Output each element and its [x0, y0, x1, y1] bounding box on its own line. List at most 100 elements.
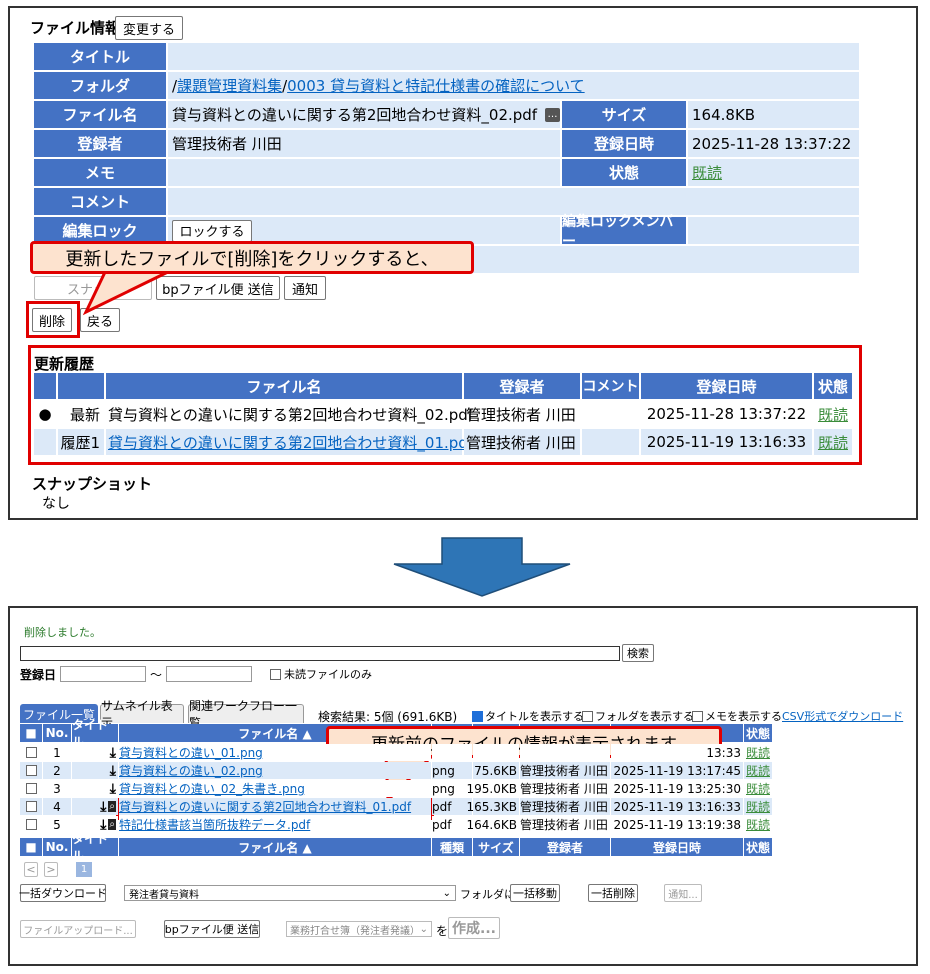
- file-link[interactable]: 特記仕様書該当箇所抜粋データ.pdf: [119, 816, 310, 833]
- row-file[interactable]: 貸与資料との違い_01.png: [119, 744, 431, 761]
- status-link[interactable]: 既読: [746, 780, 770, 797]
- history-row-bullet: [34, 429, 56, 455]
- row-date: 13:33: [611, 744, 743, 761]
- preview-icon[interactable]: ⌕: [108, 801, 116, 812]
- delete-highlight-box: [26, 301, 80, 338]
- value-registrant: 管理技術者 川田: [168, 130, 560, 157]
- history-row-file: 貸与資料との違いに関する第2回地合わせ資料_01.pdf: [106, 429, 473, 455]
- search-input[interactable]: [20, 646, 620, 661]
- col-head-status: 状態: [744, 724, 772, 742]
- bulk-delete-button[interactable]: 一括削除: [588, 884, 638, 902]
- download-icon[interactable]: ⤓: [100, 817, 106, 833]
- history-status-link[interactable]: 既読: [818, 404, 848, 425]
- folder-select[interactable]: 発注者貸与資料 ⌄: [124, 885, 456, 901]
- lock-button[interactable]: ロックする: [172, 219, 252, 242]
- col-foot-registrant: 登録者: [520, 838, 610, 856]
- checkbox-icon[interactable]: [25, 819, 37, 830]
- checkbox-icon[interactable]: [25, 783, 37, 794]
- checkbox-icon[interactable]: [25, 801, 37, 812]
- show-title-label: タイトルを表示する: [485, 710, 584, 723]
- more-icon[interactable]: …: [545, 107, 560, 122]
- folder-link-root[interactable]: 課題管理資料集: [177, 75, 282, 96]
- history-status-link[interactable]: 既読: [818, 432, 848, 453]
- tab-workflow[interactable]: 関連ワークフロー一覧: [188, 699, 304, 730]
- create-button[interactable]: 作成...: [448, 917, 500, 939]
- file-link[interactable]: 貸与資料との違いに関する第2回地合わせ資料_01.pdf: [119, 798, 411, 815]
- show-memo-checkbox[interactable]: メモを表示する: [692, 708, 782, 724]
- file-info-panel: ファイル情報 変更する タイトル フォルダ / 課題管理資料集 / 0003 貸…: [8, 6, 918, 520]
- status-link[interactable]: 既読: [746, 816, 770, 833]
- bulk-download-button[interactable]: 一括ダウンロード: [19, 884, 107, 902]
- checkbox-icon[interactable]: [25, 747, 37, 758]
- history-row-version: 最新: [69, 405, 100, 424]
- value-filename: 貸与資料との違いに関する第2回地合わせ資料_02.pdf …: [168, 101, 560, 128]
- file-link[interactable]: 貸与資料との違い_01.png: [119, 744, 263, 761]
- search-button[interactable]: 検索: [622, 644, 654, 662]
- show-folder-checkbox[interactable]: フォルダを表示する: [582, 708, 694, 724]
- row-file[interactable]: 貸与資料との違いに関する第2回地合わせ資料_01.pdf: [119, 798, 431, 815]
- download-icon[interactable]: ⤓: [110, 745, 116, 761]
- file-link[interactable]: 貸与資料との違い_02_朱書き.png: [119, 780, 305, 797]
- history-file-link[interactable]: 貸与資料との違いに関する第2回地合わせ資料_01.pdf: [108, 432, 473, 453]
- bulk-move-button[interactable]: 一括移動: [510, 884, 560, 902]
- row-file[interactable]: 特記仕様書該当箇所抜粋データ.pdf: [119, 816, 431, 833]
- change-button[interactable]: 変更する: [115, 16, 183, 40]
- row-select[interactable]: [20, 816, 42, 833]
- row-select[interactable]: [20, 798, 42, 815]
- label-filename: ファイル名: [34, 101, 166, 128]
- row-status: 既読: [744, 762, 772, 779]
- upload-button[interactable]: ファイルアップロード...: [20, 920, 136, 938]
- row-registrant: 管理技術者 川田: [520, 816, 610, 833]
- status-link[interactable]: 既読: [692, 162, 722, 183]
- status-link[interactable]: 既読: [746, 762, 770, 779]
- pager-current[interactable]: 1: [76, 862, 92, 877]
- date-to-input[interactable]: [166, 666, 252, 682]
- bp-send-button[interactable]: bpファイル便 送信: [164, 920, 260, 938]
- file-link[interactable]: 貸与資料との違い_02.png: [119, 762, 263, 779]
- deleted-message: 削除しました。: [24, 626, 101, 639]
- template-select-value: 業務打合せ簿（発注者発議）: [290, 925, 420, 937]
- download-icon[interactable]: ⤓: [110, 781, 116, 797]
- unread-only-checkbox[interactable]: 未読ファイルのみ: [270, 666, 372, 682]
- row-no: 4: [43, 798, 71, 815]
- history-row-comment: [582, 429, 639, 455]
- row-select[interactable]: [20, 780, 42, 797]
- notify-button[interactable]: 通知...: [664, 884, 702, 902]
- date-tilde: 〜: [150, 668, 163, 682]
- notify-button[interactable]: 通知: [284, 276, 326, 300]
- show-title-checkbox[interactable]: タイトルを表示する: [472, 708, 584, 724]
- checkbox-icon: [692, 710, 703, 722]
- wo-label: を: [436, 924, 449, 938]
- callout-delete-instruction: 更新したファイルで[削除]をクリックすると、: [30, 241, 474, 274]
- label-comment: コメント: [34, 188, 166, 215]
- pager-next[interactable]: >: [44, 862, 58, 877]
- row-file[interactable]: 貸与資料との違い_02_朱書き.png: [119, 780, 431, 797]
- checkbox-icon[interactable]: [25, 765, 37, 776]
- folder-link-sub[interactable]: 0003 貸与資料と特記仕様書の確認について: [287, 75, 585, 96]
- date-from-input[interactable]: [60, 666, 146, 682]
- row-select[interactable]: [20, 762, 42, 779]
- download-icon[interactable]: ⤓: [100, 799, 106, 815]
- template-select[interactable]: 業務打合せ簿（発注者発議） ⌄: [286, 921, 432, 937]
- row-file[interactable]: 貸与資料との違い_02.png: [119, 762, 431, 779]
- download-icon[interactable]: ⤓: [110, 763, 116, 779]
- label-status: 状態: [562, 159, 686, 186]
- preview-icon[interactable]: ⌕: [108, 819, 116, 830]
- history-row-registrant: 管理技術者 川田: [464, 429, 580, 455]
- file-list-panel: 削除しました。 検索 登録日 〜 未読ファイルのみ ファイル一覧 サムネイル表示…: [8, 606, 918, 966]
- value-size: 164.8KB: [688, 101, 859, 128]
- pager-prev[interactable]: <: [24, 862, 38, 877]
- csv-download-link[interactable]: CSV形式でダウンロード: [782, 708, 903, 724]
- row-select[interactable]: [20, 744, 42, 761]
- status-link[interactable]: 既読: [746, 744, 770, 761]
- history-head-blank2: [58, 373, 104, 399]
- history-title: 更新履歴: [34, 355, 95, 373]
- value-memo: [168, 159, 560, 186]
- status-link[interactable]: 既読: [746, 798, 770, 815]
- history-row-comment: [582, 401, 639, 427]
- label-size: サイズ: [562, 101, 686, 128]
- value-reg-date: 2025-11-28 13:37:22: [688, 130, 859, 157]
- col-foot-file[interactable]: ファイル名 ▲: [119, 838, 431, 856]
- col-foot-select: ■: [20, 838, 42, 856]
- value-folder: / 課題管理資料集 / 0003 貸与資料と特記仕様書の確認について: [168, 72, 859, 99]
